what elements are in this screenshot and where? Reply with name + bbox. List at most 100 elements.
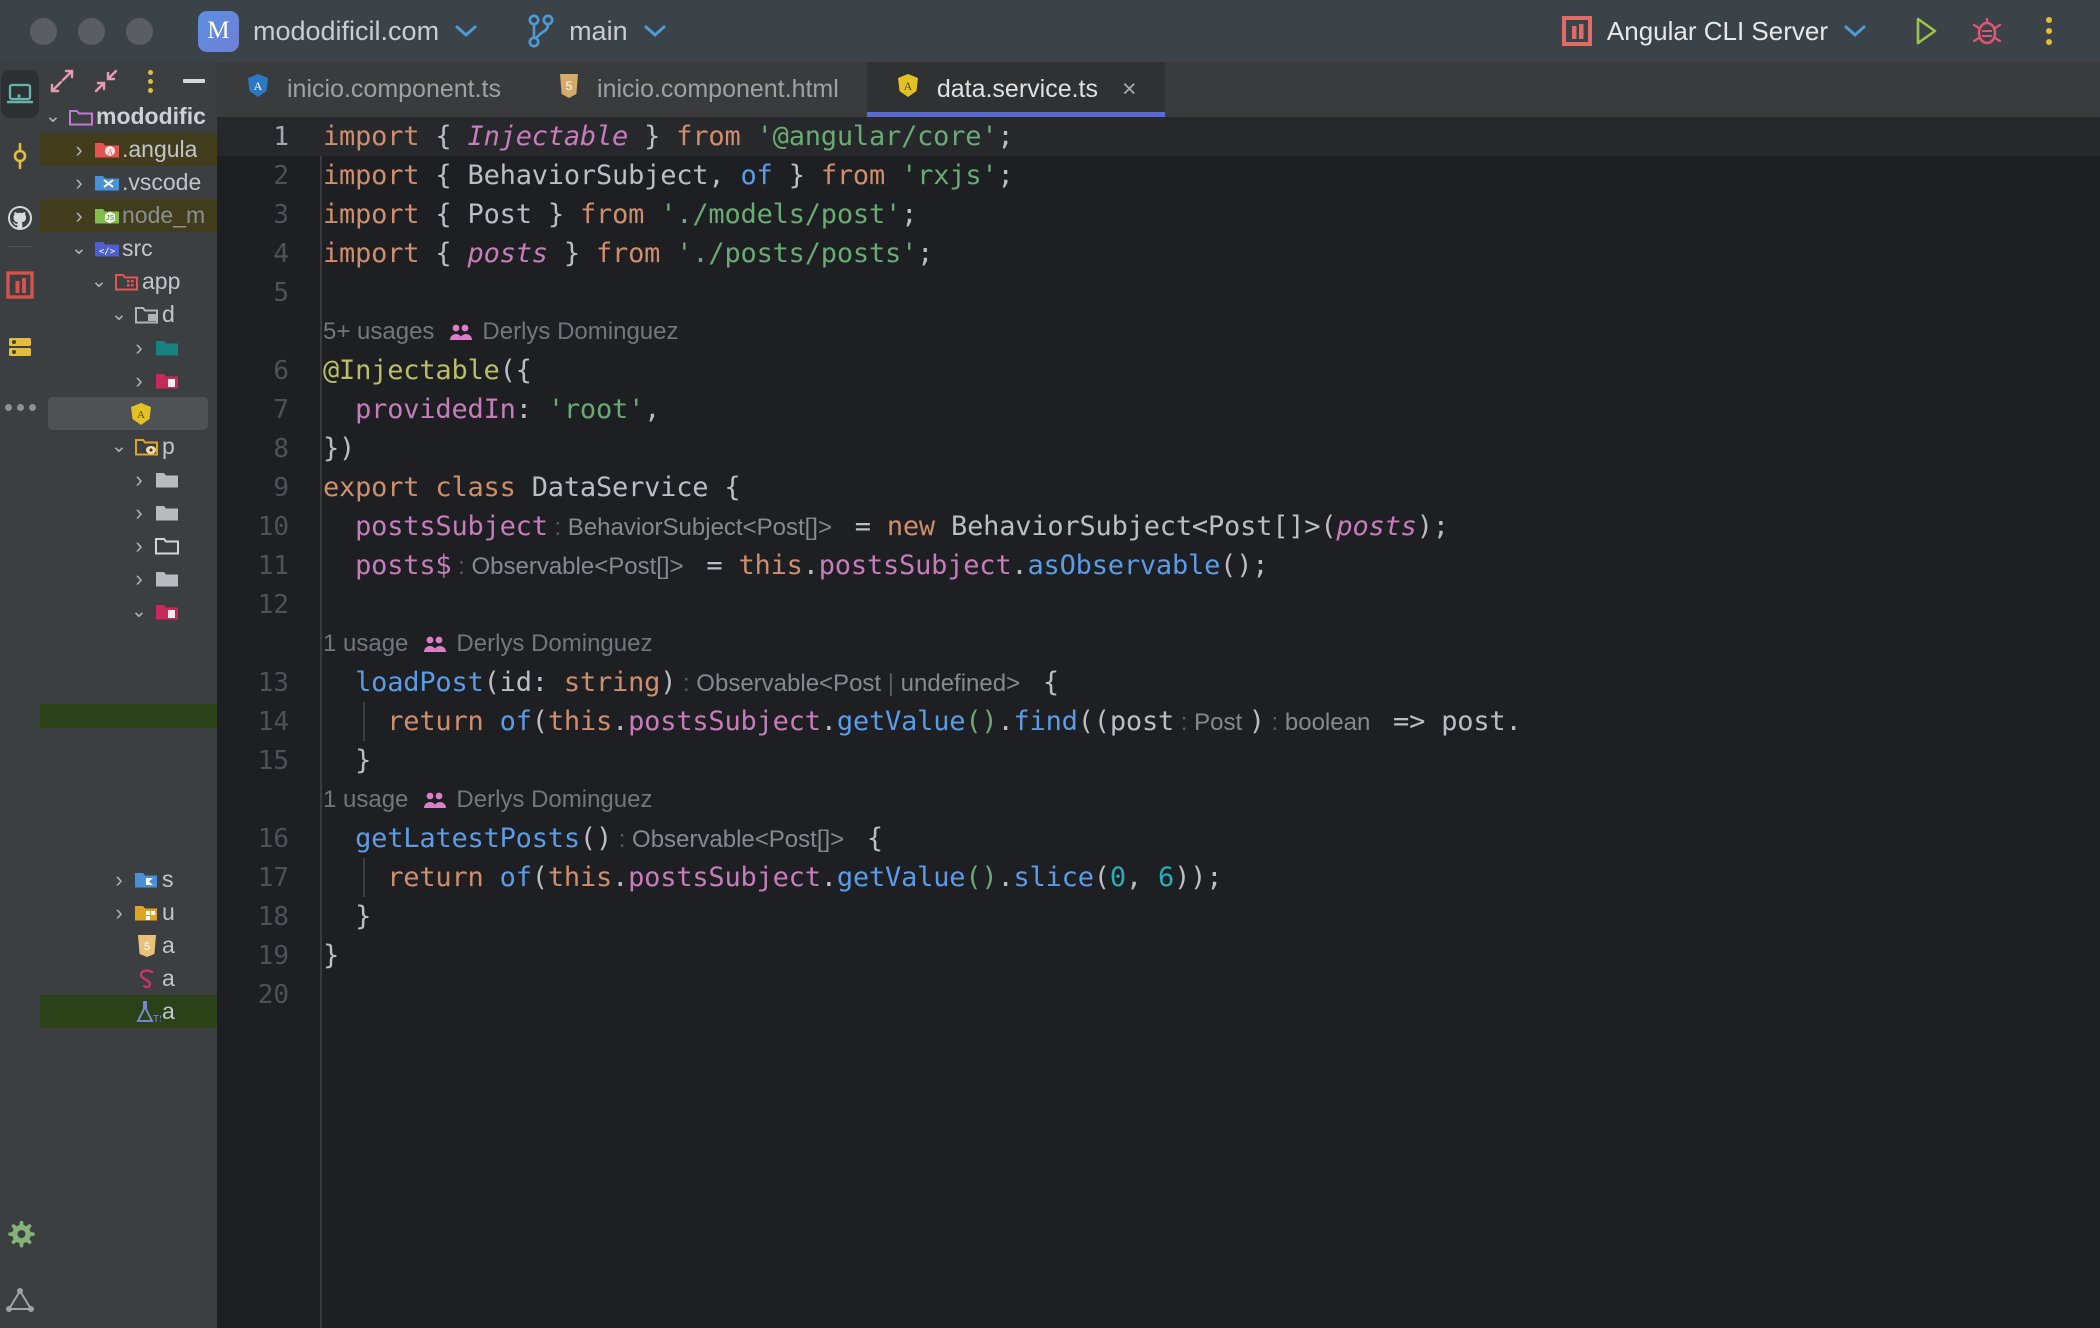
tree-row-item[interactable]: › [40, 463, 217, 496]
code-text: } [355, 901, 372, 932]
sidebar-item-commit[interactable] [0, 132, 40, 180]
chevron-right-icon[interactable]: › [126, 566, 152, 592]
tree-row-shared[interactable]: › s [40, 863, 217, 896]
tab-inicio-component-ts[interactable]: A inicio.component.ts [217, 62, 529, 117]
project-options-button[interactable] [128, 62, 172, 100]
code-editor[interactable]: 1 import { Injectable } from '@angular/c… [217, 117, 2100, 1328]
code-line[interactable]: 1 import { Injectable } from '@angular/c… [217, 117, 2100, 156]
tree-row-item[interactable]: ⌄ [40, 595, 217, 628]
maximize-window-button[interactable] [126, 17, 153, 45]
folder-teal-icon [152, 337, 182, 358]
sidebar-item-settings[interactable] [0, 1210, 40, 1258]
chevron-right-icon[interactable]: › [126, 500, 152, 526]
chevron-down-icon[interactable]: ⌄ [86, 270, 112, 293]
tree-row-ui[interactable]: › u [40, 896, 217, 929]
code-line[interactable]: 4 import { posts } from './posts/posts'; [217, 234, 2100, 273]
chevron-down-icon[interactable]: ⌄ [40, 105, 66, 128]
project-file-tree[interactable]: ⌄ mododific › A .angula › .vscode › JS n… [40, 100, 217, 1328]
tree-row-item[interactable]: › [40, 529, 217, 562]
project-selector[interactable]: M mododificil.com [198, 10, 479, 52]
code-line[interactable]: 9 export class DataService { [217, 468, 2100, 507]
html5-file-icon: 5 [132, 933, 162, 959]
code-line[interactable]: 2 import { BehaviorSubject, of } from 'r… [217, 156, 2100, 195]
tree-row-sass-file[interactable]: a [40, 962, 217, 995]
tree-row-vscode[interactable]: › .vscode [40, 166, 217, 199]
chevron-down-icon[interactable]: ⌄ [106, 303, 132, 326]
tree-row-angular[interactable]: › A .angula [40, 133, 217, 166]
window-controls[interactable] [30, 17, 153, 45]
code-line[interactable]: 14 return of(this.postsSubject.getValue(… [217, 702, 2100, 741]
code-line[interactable]: 16 getLatestPosts() : Observable<Post[]>… [217, 819, 2100, 858]
usages-count[interactable]: 1 usage [323, 786, 408, 814]
tab-inicio-component-html[interactable]: 5 inicio.component.html [529, 62, 867, 117]
sidebar-item-pull-requests[interactable] [0, 194, 40, 242]
code-line[interactable]: 10 postsSubject : BehaviorSubject<Post[]… [217, 507, 2100, 546]
tree-row-app[interactable]: ⌄ app [40, 265, 217, 298]
chevron-right-icon[interactable]: › [126, 368, 152, 394]
sidebar-item-project[interactable] [1, 70, 39, 118]
expand-all-button[interactable] [40, 62, 84, 100]
code-line[interactable]: 13 loadPost(id: string) : Observable<Pos… [217, 663, 2100, 702]
inlay-usage-hint[interactable]: · 1 usage Derlys Dominguez [217, 624, 2100, 663]
chevron-right-icon[interactable]: › [66, 137, 92, 163]
code-line[interactable]: 7 providedIn: 'root', [217, 390, 2100, 429]
close-window-button[interactable] [30, 17, 57, 45]
inlay-usage-hint[interactable]: · 1 usage Derlys Dominguez [217, 780, 2100, 819]
tree-row-src[interactable]: ⌄ </> src [40, 232, 217, 265]
tree-row-data[interactable]: ⌄ d [40, 298, 217, 331]
tree-row-node-modules[interactable]: › JS node_m [40, 199, 217, 232]
tree-row-root[interactable]: ⌄ mododific [40, 100, 217, 133]
code-author[interactable]: Derlys Dominguez [422, 786, 652, 814]
code-author[interactable]: Derlys Dominguez [422, 630, 652, 658]
tree-row-item[interactable]: › [40, 364, 217, 397]
chevron-right-icon[interactable]: › [66, 203, 92, 229]
tree-row-html-file[interactable]: 5 a [40, 929, 217, 962]
tree-row-item[interactable]: › [40, 496, 217, 529]
tree-row-item[interactable]: › [40, 562, 217, 595]
code-line[interactable]: 5 [217, 273, 2100, 312]
code-line[interactable]: 8 }) [217, 429, 2100, 468]
chevron-down-icon[interactable]: ⌄ [126, 600, 152, 623]
debug-button[interactable] [1956, 6, 2018, 56]
sidebar-item-structure[interactable] [0, 1276, 40, 1324]
code-line[interactable]: 6 @Injectable({ [217, 351, 2100, 390]
code-line[interactable]: 18 } [217, 897, 2100, 936]
branch-selector[interactable]: main [527, 12, 668, 50]
minimize-window-button[interactable] [78, 17, 105, 45]
chevron-right-icon[interactable]: › [126, 467, 152, 493]
usages-count[interactable]: 5+ usages [323, 318, 434, 346]
code-line[interactable]: 20 [217, 975, 2100, 1014]
tree-label: mododific [96, 103, 206, 129]
chevron-right-icon[interactable]: › [106, 900, 132, 926]
tree-row-selected-file[interactable]: A [48, 397, 208, 430]
run-button[interactable] [1894, 6, 1956, 56]
tab-data-service-ts[interactable]: A data.service.ts × [866, 62, 1165, 117]
sidebar-item-angular[interactable] [0, 261, 40, 309]
tree-row-pages[interactable]: ⌄ p [40, 430, 217, 463]
hide-panel-button[interactable] [172, 62, 216, 100]
code-line[interactable]: 11 posts$ : Observable<Post[]> = this.po… [217, 546, 2100, 585]
sidebar-item-more-tools[interactable] [0, 383, 40, 431]
chevron-right-icon[interactable]: › [106, 867, 132, 893]
code-line[interactable]: 3 import { Post } from './models/post'; [217, 195, 2100, 234]
chevron-right-icon[interactable]: › [126, 335, 152, 361]
code-line[interactable]: 15 } [217, 741, 2100, 780]
tree-row-item[interactable]: › [40, 331, 217, 364]
code-line[interactable]: 12 [217, 585, 2100, 624]
code-line[interactable]: 17 return of(this.postsSubject.getValue(… [217, 858, 2100, 897]
chevron-right-icon[interactable]: › [66, 170, 92, 196]
code-line[interactable]: 19 } [217, 936, 2100, 975]
chevron-down-icon[interactable]: ⌄ [106, 435, 132, 458]
tree-row-spec-file[interactable]: TS a [40, 995, 217, 1028]
collapse-all-button[interactable] [84, 62, 128, 100]
line-number: 10 [257, 511, 289, 542]
inlay-usage-hint[interactable]: · 5+ usages Derlys Dominguez [217, 312, 2100, 351]
chevron-right-icon[interactable]: › [126, 533, 152, 559]
more-options-button[interactable] [2018, 6, 2080, 56]
close-icon[interactable]: × [1122, 75, 1137, 104]
code-author[interactable]: Derlys Dominguez [448, 318, 679, 346]
chevron-down-icon[interactable]: ⌄ [66, 237, 92, 260]
usages-count[interactable]: 1 usage [323, 630, 408, 658]
sidebar-item-database[interactable] [0, 323, 40, 371]
run-configuration-selector[interactable]: Angular CLI Server [1561, 15, 1868, 47]
